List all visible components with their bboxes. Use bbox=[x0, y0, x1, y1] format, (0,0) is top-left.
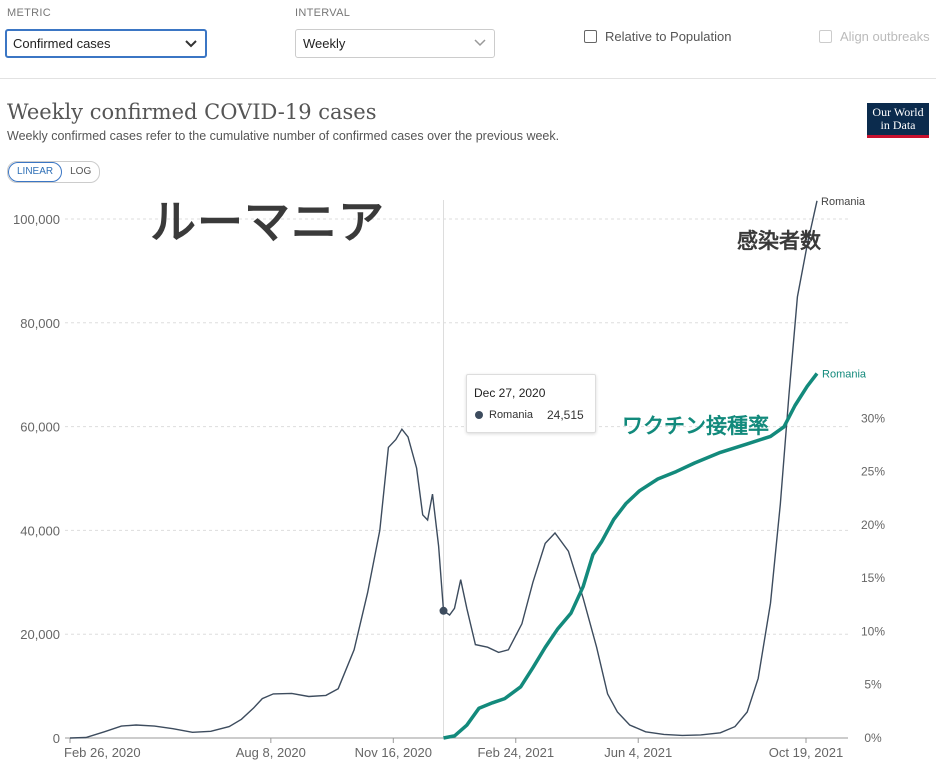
tooltip-value: 24,515 bbox=[547, 408, 584, 422]
grid-lines bbox=[65, 218, 848, 739]
y-right-tick-label: 15% bbox=[861, 571, 885, 585]
x-axis: Feb 26, 2020 Aug 8, 2020 Nov 16, 2020 Feb 2… bbox=[64, 738, 843, 760]
x-tick-label: Oct 19, 2021 bbox=[769, 745, 843, 760]
cases-series-label: Romania bbox=[821, 196, 866, 208]
y-right-tick-label: 25% bbox=[861, 465, 885, 479]
y-tick-label: 60,000 bbox=[20, 420, 60, 435]
x-tick-label: Feb 26, 2020 bbox=[64, 745, 141, 760]
tooltip-entity: Romania bbox=[489, 409, 534, 421]
y-right-tick-label: 30% bbox=[861, 411, 885, 425]
y-axis-left: 0 20,000 40,000 60,000 80,000 100,000 bbox=[13, 212, 60, 746]
x-tick-label: Jun 4, 2021 bbox=[604, 745, 672, 760]
y-tick-label: 40,000 bbox=[20, 523, 60, 538]
x-tick-label: Nov 16, 2020 bbox=[355, 745, 432, 760]
cases-annotation: 感染者数 bbox=[737, 230, 821, 253]
y-right-tick-label: 0% bbox=[864, 731, 882, 745]
country-annotation: ルーマニア bbox=[150, 196, 385, 248]
vaccination-annotation: ワクチン接種率 bbox=[622, 415, 769, 438]
x-tick-label: Feb 24, 2021 bbox=[477, 745, 554, 760]
y-tick-label: 0 bbox=[53, 731, 60, 746]
y-axis-right: 0% 5% 10% 15% 20% 25% 30% bbox=[861, 411, 885, 745]
y-tick-label: 20,000 bbox=[20, 627, 60, 642]
vaccination-series-label: Romania bbox=[822, 369, 867, 381]
tooltip-date: Dec 27, 2020 bbox=[474, 386, 546, 400]
x-tick-label: Aug 8, 2020 bbox=[236, 745, 306, 760]
tooltip: Dec 27, 2020 Romania 24,515 bbox=[466, 374, 596, 433]
hover-point bbox=[439, 606, 448, 615]
y-tick-label: 100,000 bbox=[13, 212, 60, 227]
y-right-tick-label: 20% bbox=[861, 518, 885, 532]
y-tick-label: 80,000 bbox=[20, 316, 60, 331]
y-right-tick-label: 5% bbox=[864, 678, 882, 692]
tooltip-series-marker bbox=[475, 411, 483, 419]
y-right-tick-label: 10% bbox=[861, 624, 885, 638]
